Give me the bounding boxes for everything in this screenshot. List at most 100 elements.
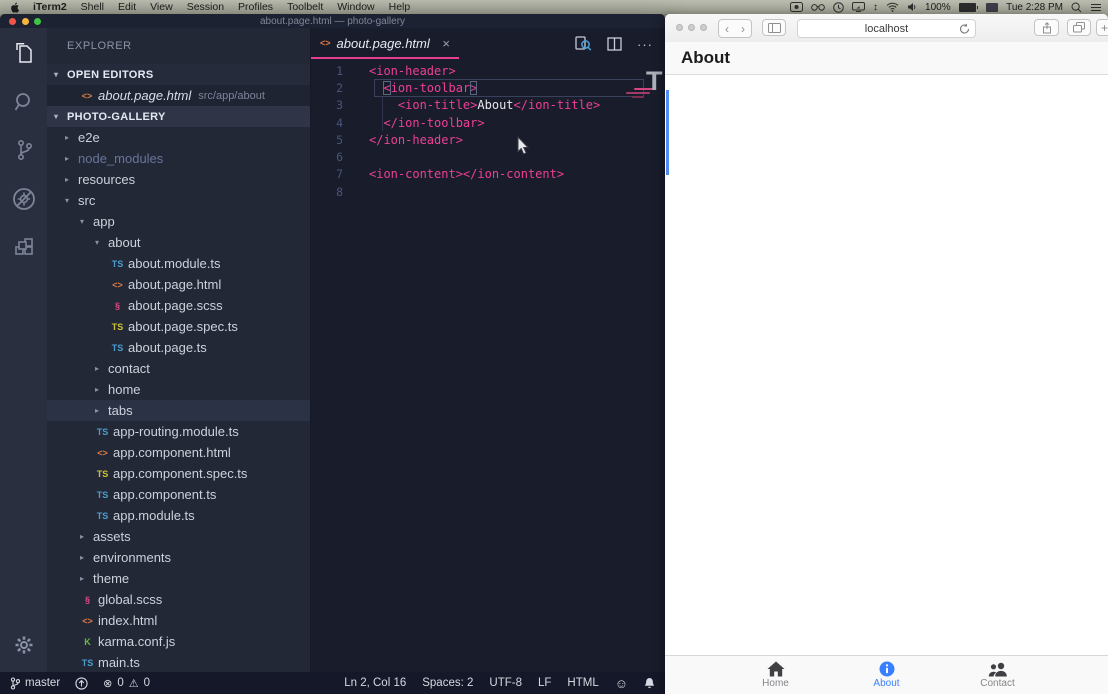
tree-item-about.page.html[interactable]: <>about.page.html bbox=[47, 274, 310, 295]
split-editor-icon[interactable] bbox=[607, 37, 622, 51]
minimize-window-button[interactable] bbox=[22, 18, 29, 25]
menu-profiles[interactable]: Profiles bbox=[231, 1, 280, 13]
tree-item-theme[interactable]: ▸theme bbox=[47, 568, 310, 589]
menu-view[interactable]: View bbox=[143, 1, 180, 13]
tree-item-about.page.spec.ts[interactable]: TSabout.page.spec.ts bbox=[47, 316, 310, 337]
tree-item-about.page.scss[interactable]: §about.page.scss bbox=[47, 295, 310, 316]
tree-item-app.component.ts[interactable]: TSapp.component.ts bbox=[47, 484, 310, 505]
menu-help[interactable]: Help bbox=[382, 1, 418, 13]
search-icon[interactable] bbox=[12, 90, 36, 114]
code-line-1[interactable]: 1<ion-header> bbox=[311, 62, 665, 79]
apple-menu-icon[interactable] bbox=[4, 2, 26, 13]
minimize-window-button[interactable] bbox=[688, 24, 695, 31]
address-bar[interactable]: localhost bbox=[797, 19, 976, 38]
sync-changes-button[interactable] bbox=[75, 677, 88, 690]
clock-icon[interactable] bbox=[833, 2, 844, 13]
code-line-5[interactable]: 5</ion-header> bbox=[311, 131, 665, 148]
tree-item-global.scss[interactable]: §global.scss bbox=[47, 589, 310, 610]
show-tabs-button[interactable] bbox=[1067, 19, 1091, 36]
tree-item-app-routing.module.ts[interactable]: TSapp-routing.module.ts bbox=[47, 421, 310, 442]
git-branch-indicator[interactable]: master bbox=[10, 677, 60, 690]
tree-item-about[interactable]: ▾about bbox=[47, 232, 310, 253]
vscode-titlebar[interactable]: about.page.html — photo-gallery bbox=[0, 14, 665, 28]
project-root-header[interactable]: ▾ PHOTO-GALLERY bbox=[47, 106, 310, 127]
tree-item-tabs[interactable]: ▸tabs bbox=[47, 400, 310, 421]
notification-center-icon[interactable] bbox=[1090, 3, 1102, 12]
tree-item-environments[interactable]: ▸environments bbox=[47, 547, 310, 568]
code-line-2[interactable]: 2 <ion-toolbar> bbox=[311, 79, 665, 96]
display-mirroring-icon[interactable] bbox=[852, 2, 865, 12]
input-source-icon[interactable] bbox=[986, 3, 998, 12]
code-line-4[interactable]: 4 </ion-toolbar> bbox=[311, 114, 665, 131]
tab-contact[interactable]: Contact bbox=[942, 656, 1053, 694]
spotlight-icon[interactable] bbox=[1071, 2, 1082, 13]
menu-session[interactable]: Session bbox=[180, 1, 231, 13]
close-window-button[interactable] bbox=[676, 24, 683, 31]
battery-icon[interactable] bbox=[959, 3, 979, 12]
code-line-3[interactable]: 3 <ion-title>About</ion-title> bbox=[311, 97, 665, 114]
menu-shell[interactable]: Shell bbox=[74, 1, 111, 13]
open-preview-icon[interactable] bbox=[575, 36, 592, 52]
notifications-bell-icon[interactable] bbox=[644, 677, 655, 689]
code-area[interactable]: 1<ion-header>2 <ion-toolbar>3 <ion-title… bbox=[311, 62, 665, 200]
tree-item-resources[interactable]: ▸resources bbox=[47, 169, 310, 190]
code-line-8[interactable]: 8 bbox=[311, 183, 665, 200]
code-line-7[interactable]: 7<ion-content></ion-content> bbox=[311, 166, 665, 183]
tree-item-karma.conf.js[interactable]: Kkarma.conf.js bbox=[47, 631, 310, 652]
close-tab-icon[interactable]: × bbox=[442, 36, 450, 51]
problems-indicator[interactable]: ⊗ 0 ⚠ 0 bbox=[103, 677, 150, 690]
back-button[interactable]: ‹ bbox=[719, 20, 735, 37]
updown-icon[interactable]: ↕ bbox=[873, 2, 878, 13]
eol-setting[interactable]: LF bbox=[538, 677, 551, 689]
extensions-icon[interactable] bbox=[12, 236, 36, 260]
tree-item-app.module.ts[interactable]: TSapp.module.ts bbox=[47, 505, 310, 526]
new-tab-button[interactable]: + bbox=[1096, 19, 1108, 36]
editor-tab-about-page-html[interactable]: <> about.page.html × bbox=[311, 29, 459, 59]
tree-item-assets[interactable]: ▸assets bbox=[47, 526, 310, 547]
tree-item-contact[interactable]: ▸contact bbox=[47, 358, 310, 379]
code-line-6[interactable]: 6 bbox=[311, 148, 665, 165]
debug-icon[interactable] bbox=[11, 186, 37, 212]
indentation-setting[interactable]: Spaces: 2 bbox=[422, 677, 473, 689]
more-actions-icon[interactable]: ··· bbox=[637, 37, 653, 52]
screen-record-icon[interactable] bbox=[790, 2, 803, 12]
tab-about[interactable]: About bbox=[831, 656, 942, 694]
safari-toolbar[interactable]: ‹ › localhost + bbox=[665, 14, 1108, 43]
close-window-button[interactable] bbox=[9, 18, 16, 25]
tab-home[interactable]: Home bbox=[720, 656, 831, 694]
tree-item-about.page.ts[interactable]: TSabout.page.ts bbox=[47, 337, 310, 358]
wifi-icon[interactable] bbox=[886, 2, 899, 12]
forward-button[interactable]: › bbox=[735, 20, 751, 37]
menu-edit[interactable]: Edit bbox=[111, 1, 143, 13]
cursor-position[interactable]: Ln 2, Col 16 bbox=[344, 677, 406, 689]
open-editor-item[interactable]: <> about.page.html src/app/about bbox=[47, 85, 310, 106]
menu-window[interactable]: Window bbox=[330, 1, 381, 13]
language-mode[interactable]: HTML bbox=[567, 677, 598, 689]
menubar-clock[interactable]: Tue 2:28 PM bbox=[1006, 2, 1063, 13]
tree-item-index.html[interactable]: <>index.html bbox=[47, 610, 310, 631]
feedback-smiley-icon[interactable]: ☺ bbox=[615, 676, 628, 691]
tree-item-app.component.spec.ts[interactable]: TSapp.component.spec.ts bbox=[47, 463, 310, 484]
tree-item-node_modules[interactable]: ▸node_modules bbox=[47, 148, 310, 169]
open-editors-header[interactable]: ▾ OPEN EDITORS bbox=[47, 64, 310, 85]
glasses-icon[interactable] bbox=[811, 3, 825, 11]
source-control-icon[interactable] bbox=[12, 138, 36, 162]
encoding-setting[interactable]: UTF-8 bbox=[489, 677, 522, 689]
tree-item-home[interactable]: ▸home bbox=[47, 379, 310, 400]
share-button[interactable] bbox=[1034, 19, 1059, 36]
explorer-icon[interactable] bbox=[12, 42, 36, 66]
menu-iterm2[interactable]: iTerm2 bbox=[26, 1, 74, 13]
menu-toolbelt[interactable]: Toolbelt bbox=[280, 1, 330, 13]
tree-item-e2e[interactable]: ▸e2e bbox=[47, 127, 310, 148]
sidebar-button[interactable] bbox=[762, 19, 786, 36]
zoom-window-button[interactable] bbox=[34, 18, 41, 25]
reload-icon[interactable] bbox=[959, 23, 970, 35]
settings-gear-icon[interactable] bbox=[13, 634, 35, 656]
tree-item-src[interactable]: ▾src bbox=[47, 190, 310, 211]
volume-icon[interactable] bbox=[907, 2, 917, 12]
tree-item-app[interactable]: ▾app bbox=[47, 211, 310, 232]
tree-item-app.component.html[interactable]: <>app.component.html bbox=[47, 442, 310, 463]
zoom-window-button[interactable] bbox=[700, 24, 707, 31]
tree-item-main.ts[interactable]: TSmain.ts bbox=[47, 652, 310, 672]
tree-item-about.module.ts[interactable]: TSabout.module.ts bbox=[47, 253, 310, 274]
